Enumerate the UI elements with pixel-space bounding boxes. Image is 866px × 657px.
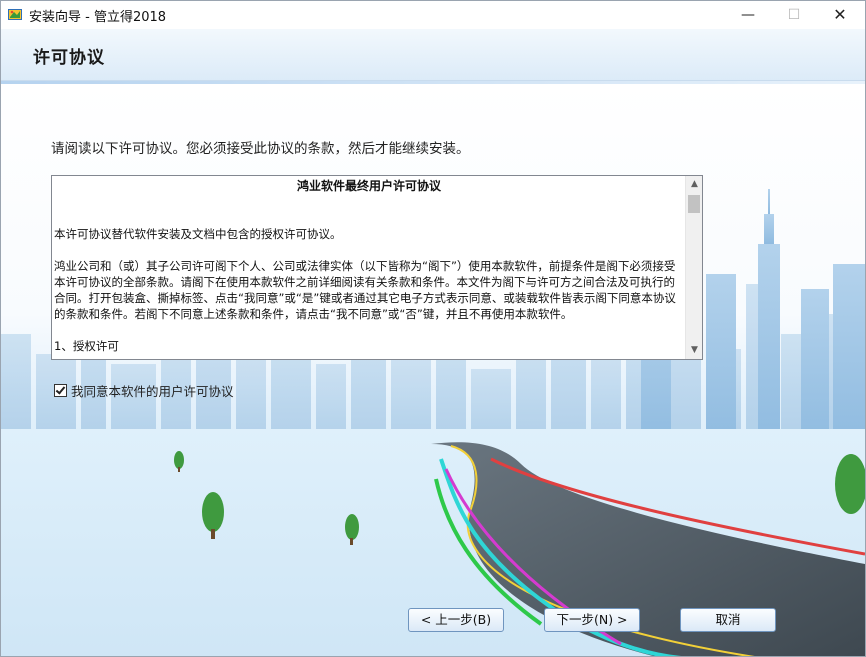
license-paragraph: 本许可协议替代软件安装及文档中包含的授权许可协议。 <box>54 227 342 241</box>
minimize-button[interactable]: — <box>725 1 771 29</box>
agree-checkbox-row[interactable]: 我同意本软件的用户许可协议 <box>54 381 234 400</box>
instruction-text: 请阅读以下许可协议。您必须接受此协议的条款，然后才能继续安装。 <box>51 141 470 157</box>
license-scrollbar[interactable]: ▲ ▼ <box>685 176 702 359</box>
page-header: 许可协议 <box>1 29 865 81</box>
license-paragraph: 鸿业公司和（或）其子公司许可阁下个人、公司或法律实体（以下皆称为“阁下”）使用本… <box>54 259 676 321</box>
city-road-illustration <box>1 189 865 656</box>
next-button[interactable]: 下一步(N) > <box>544 608 640 632</box>
close-button[interactable]: ✕ <box>817 1 863 29</box>
checkmark-icon <box>55 383 66 395</box>
window-title: 安装向导 - 管立得2018 <box>29 10 167 25</box>
agree-checkbox[interactable] <box>54 383 67 397</box>
license-paragraph: 1、授权许可 <box>54 339 119 353</box>
maximize-button[interactable]: ☐ <box>771 1 817 29</box>
minimize-icon: — <box>741 7 755 23</box>
license-title: 鸿业软件最终用户许可协议 <box>296 179 441 193</box>
back-button[interactable]: < 上一步(B) <box>408 608 504 632</box>
scroll-up-icon[interactable]: ▲ <box>686 176 702 193</box>
license-content: 鸿业软件最终用户许可协议 本许可协议替代软件安装及文档中包含的授权许可协议。 鸿… <box>52 176 686 359</box>
maximize-icon: ☐ <box>787 7 801 23</box>
license-textbox[interactable]: 鸿业软件最终用户许可协议 本许可协议替代软件安装及文档中包含的授权许可协议。 鸿… <box>51 175 703 360</box>
close-icon: ✕ <box>833 5 847 24</box>
cancel-button[interactable]: 取消 <box>680 608 776 632</box>
installer-icon <box>8 9 22 20</box>
agree-label[interactable]: 我同意本软件的用户许可协议 <box>71 381 234 400</box>
page-title: 许可协议 <box>33 48 105 68</box>
scroll-thumb[interactable] <box>688 195 700 213</box>
background-scene <box>1 84 865 656</box>
title-bar: 安装向导 - 管立得2018 — ☐ ✕ <box>1 1 865 29</box>
installer-window: 安装向导 - 管立得2018 — ☐ ✕ 许可协议 请阅读以下许可协议。您必须接… <box>0 0 866 657</box>
scroll-down-icon[interactable]: ▼ <box>686 342 702 359</box>
